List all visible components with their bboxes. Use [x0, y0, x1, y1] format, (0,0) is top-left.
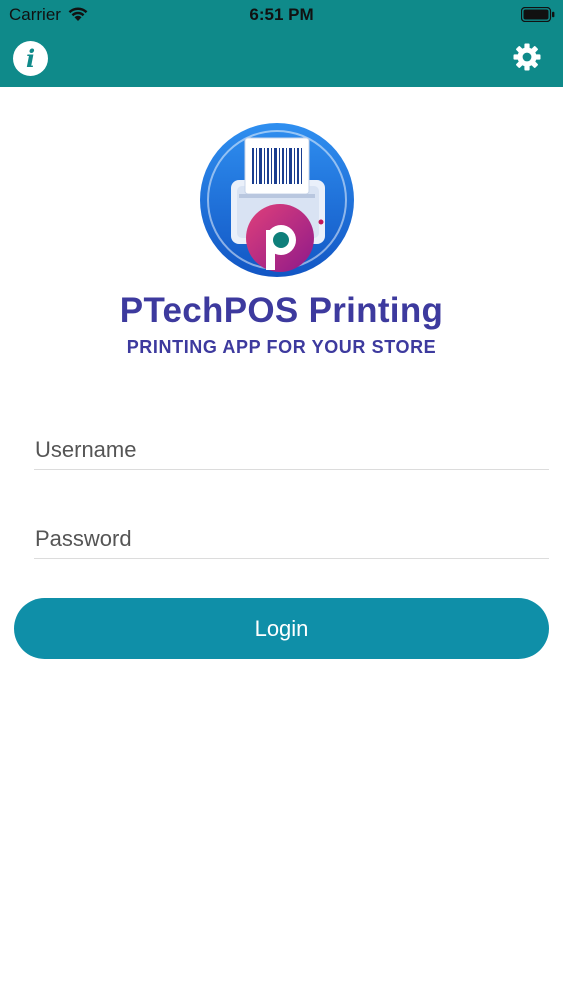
battery-icon: [521, 7, 555, 22]
gear-icon[interactable]: [512, 42, 542, 72]
login-button-label: Login: [254, 615, 309, 641]
brand-subtitle: PRINTING APP FOR YOUR STORE: [126, 337, 437, 357]
login-button[interactable]: Login: [14, 598, 549, 659]
header-bar: Carrier 6:51 PM i: [0, 0, 563, 87]
password-field[interactable]: [34, 523, 549, 559]
username-field[interactable]: [34, 434, 549, 470]
brand-title: PTechPOS Printing: [119, 291, 444, 330]
login-screen: Carrier 6:51 PM i PTechPOS Printing PRIN…: [0, 0, 563, 1000]
info-button[interactable]: i: [13, 41, 48, 76]
printer-logo-icon: [200, 123, 354, 277]
info-icon: i: [25, 44, 36, 73]
status-time: 6:51 PM: [249, 5, 314, 24]
status-bar: Carrier 6:51 PM: [0, 0, 563, 30]
